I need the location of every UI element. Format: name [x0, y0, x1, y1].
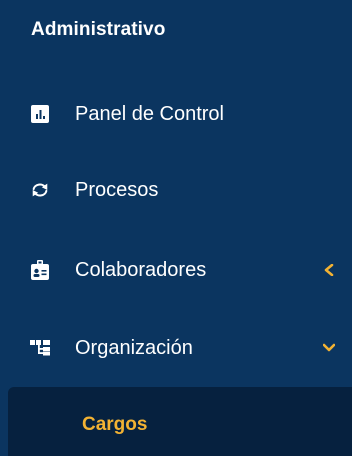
- sidebar-item-label: Procesos: [75, 178, 159, 201]
- section-title: Administrativo: [31, 19, 166, 40]
- chevron-down-icon: [322, 341, 336, 355]
- chevron-left-icon: [322, 263, 336, 277]
- sidebar-item-label: Colaboradores: [75, 258, 207, 281]
- chart-square-icon: [30, 104, 50, 124]
- sidebar-item-label: Panel de Control: [75, 102, 224, 125]
- sidebar-item-colaboradores[interactable]: Colaboradores: [0, 242, 352, 298]
- sync-arrows-icon: [30, 180, 50, 200]
- submenu-panel: [8, 387, 352, 456]
- sidebar-item-procesos[interactable]: Procesos: [0, 162, 352, 218]
- sidebar: Administrativo Panel de Control Procesos: [0, 0, 352, 456]
- sidebar-item-label: Organización: [75, 336, 193, 359]
- sidebar-item-organizacion[interactable]: Organización: [0, 320, 352, 376]
- id-badge-icon: [30, 260, 50, 280]
- sidebar-item-panel-de-control[interactable]: Panel de Control: [0, 86, 352, 142]
- submenu-item-cargos[interactable]: Cargos: [82, 414, 147, 436]
- org-chart-icon: [30, 338, 50, 358]
